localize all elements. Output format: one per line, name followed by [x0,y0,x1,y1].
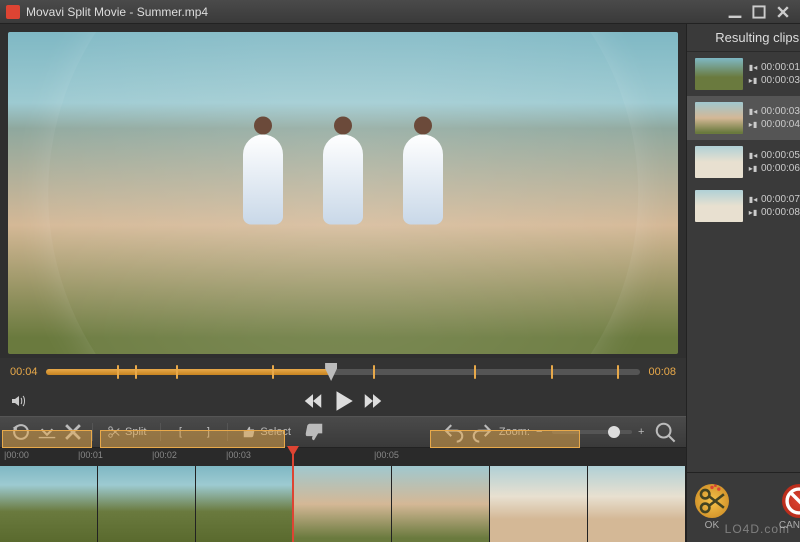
zoom-thumb[interactable] [608,426,620,438]
video-preview[interactable] [8,32,678,354]
cancel-icon [782,484,800,518]
clip-end-time: 00:00:04.842 [761,119,800,130]
selection-region[interactable] [430,430,580,448]
window-controls [724,4,794,20]
figure [403,135,443,225]
clip-start-icon: ▮◂ [749,152,757,160]
seek-playhead[interactable] [325,363,337,381]
ruler-tick: |00:05 [374,450,399,460]
clip-row[interactable]: ▮◂ 00:00:07.884 ▸▮ 00:00:08.011 [687,184,800,228]
playback-bar: 00:04 00:08 [0,358,686,386]
clip-times: ▮◂ 00:00:03.890 ▸▮ 00:00:04.842 [749,106,800,130]
sidebar-title: Resulting clips [687,24,800,52]
content-area: 00:04 00:08 [0,24,800,542]
ruler-tick: |00:03 [226,450,251,460]
volume-icon[interactable] [10,393,26,409]
clip-start-icon: ▮◂ [749,108,757,116]
ruler-tick: |00:00 [4,450,29,460]
timeline-ruler: |00:00 |00:01 |00:02 |00:03 |00:05 [0,448,686,466]
clip-row[interactable]: ▮◂ 00:00:01.082 ▸▮ 00:00:03.124 [687,52,800,96]
zoom-in-icon[interactable]: + [638,426,648,438]
timeline-thumbnails [0,466,686,542]
clip-row[interactable]: ▮◂ 00:00:05.887 ▸▮ 00:00:06.955 [687,140,800,184]
clip-start-time: 00:00:03.890 [761,106,800,117]
clip-end-icon: ▸▮ [749,209,757,217]
window-title: Movavi Split Movie - Summer.mp4 [26,5,724,19]
clip-row[interactable]: ▮◂ 00:00:03.890 ▸▮ 00:00:04.842 [687,96,800,140]
timeline-frame[interactable] [490,466,588,542]
preview-figures [243,135,443,225]
play-button[interactable] [330,388,356,414]
current-time-label: 00:04 [10,366,38,378]
playback-controls-row [0,386,686,416]
timeline-frame[interactable] [0,466,98,542]
ok-label: OK [705,520,719,531]
clip-times: ▮◂ 00:00:05.887 ▸▮ 00:00:06.955 [749,150,800,174]
timeline-frame[interactable] [588,466,686,542]
ok-button[interactable]: OK [695,484,729,531]
timeline-frame[interactable] [294,466,392,542]
ruler-tick: |00:02 [152,450,177,460]
clip-times: ▮◂ 00:00:07.884 ▸▮ 00:00:08.011 [749,194,800,218]
fast-forward-button[interactable] [362,390,384,412]
sidebar: Resulting clips ▮◂ 00:00:01.082 ▸▮ 00:00:03… [686,24,800,542]
clip-end-time: 00:00:03.124 [761,75,800,86]
clip-end-icon: ▸▮ [749,121,757,129]
thumbs-down-button[interactable] [303,421,325,443]
clip-start-time: 00:00:07.884 [761,194,800,205]
timeline[interactable]: |00:00 |00:01 |00:02 |00:03 |00:05 [0,448,686,542]
clip-start-icon: ▮◂ [749,196,757,204]
selection-region[interactable] [2,430,92,448]
clip-start-time: 00:00:01.082 [761,62,800,73]
seek-markers [46,369,641,375]
zoom-fit-button[interactable] [654,421,676,443]
clip-end-time: 00:00:06.955 [761,163,800,174]
clip-thumbnail [695,58,743,90]
app-window: Movavi Split Movie - Summer.mp4 00: [0,0,800,542]
cancel-button[interactable]: CANCEL [779,484,800,531]
clip-end-icon: ▸▮ [749,165,757,173]
total-time-label: 00:08 [648,366,676,378]
close-button[interactable] [772,4,794,20]
seek-track[interactable] [46,369,641,375]
sidebar-footer: OK CANCEL [687,472,800,542]
preview-container [0,24,686,358]
clip-start-icon: ▮◂ [749,64,757,72]
clip-thumbnail [695,190,743,222]
clip-thumbnail [695,102,743,134]
clip-times: ▮◂ 00:00:01.082 ▸▮ 00:00:03.124 [749,62,800,86]
clip-thumbnail [695,146,743,178]
clip-end-icon: ▸▮ [749,77,757,85]
timeline-frame[interactable] [392,466,490,542]
app-icon [6,5,20,19]
scissors-ok-icon [695,484,729,518]
timeline-playhead[interactable] [292,448,294,542]
rewind-button[interactable] [302,390,324,412]
clip-start-time: 00:00:05.887 [761,150,800,161]
titlebar: Movavi Split Movie - Summer.mp4 [0,0,800,24]
timeline-frame[interactable] [196,466,294,542]
figure [323,135,363,225]
cancel-label: CANCEL [779,520,800,531]
minimize-button[interactable] [724,4,746,20]
selection-region[interactable] [100,430,285,448]
main-panel: 00:04 00:08 [0,24,686,542]
clip-end-time: 00:00:08.011 [761,207,800,218]
maximize-button[interactable] [748,4,770,20]
figure [243,135,283,225]
timeline-frame[interactable] [98,466,196,542]
clips-list: ▮◂ 00:00:01.082 ▸▮ 00:00:03.124 ▮◂ 00:00:03.8… [687,52,800,472]
ruler-tick: |00:01 [78,450,103,460]
transport-controls [302,388,384,414]
